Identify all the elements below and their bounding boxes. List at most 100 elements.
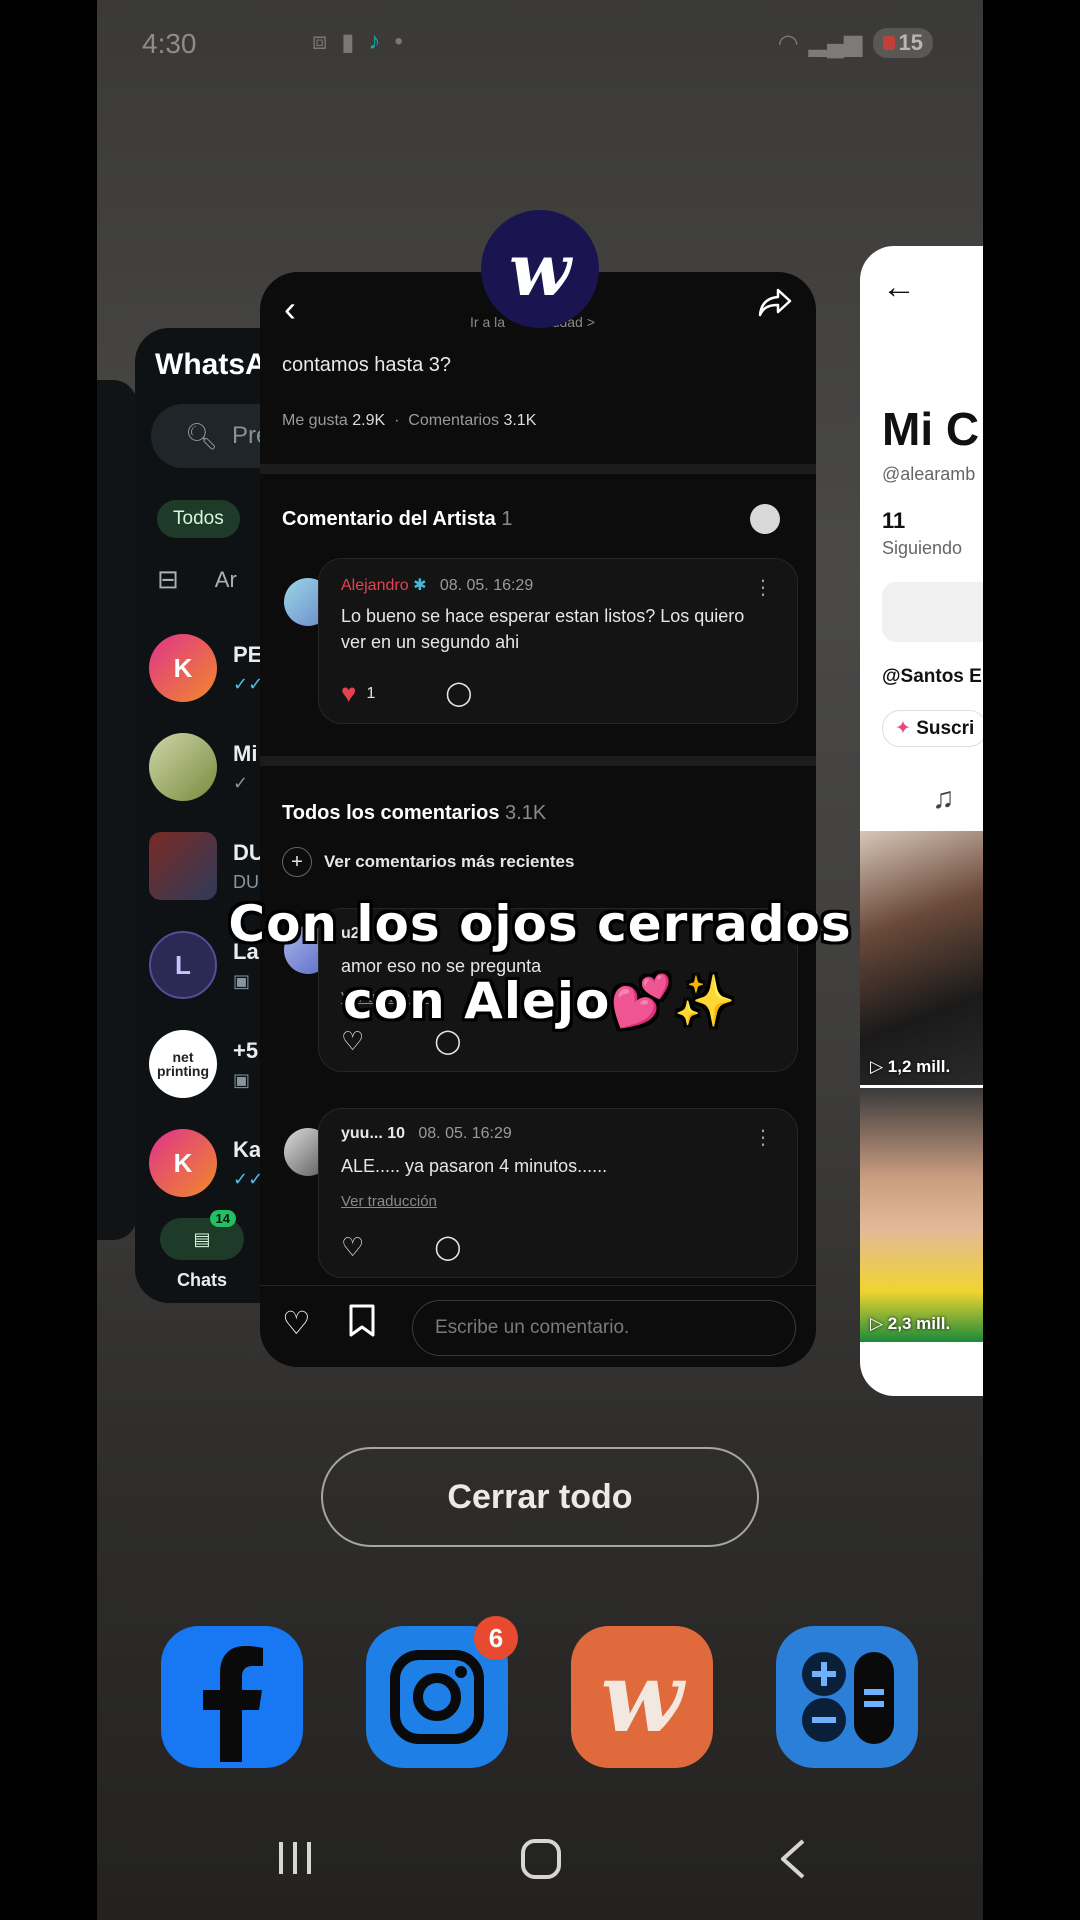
profile-icon[interactable] [750, 504, 780, 534]
all-comments-count: 3.1K [505, 802, 547, 824]
home-nav-icon[interactable] [520, 1838, 562, 1885]
wattpad-app-icon[interactable]: w [481, 210, 599, 328]
music-note-icon[interactable]: ♫ [932, 782, 955, 816]
artist-section-count: 1 [501, 508, 513, 530]
all-comments-title: Todos los comentarios 3.1K [282, 802, 546, 825]
back-nav-icon[interactable] [777, 1838, 807, 1885]
profile-handle: @alearamb [882, 464, 976, 484]
comment-card: yuu... 10 08. 05. 16:29 ⋮ ALE..... ya pa… [318, 1108, 798, 1278]
comment-actions: ♥ 1 ◯ [341, 678, 472, 709]
view-count-value: 2,3 mill. [887, 1314, 951, 1333]
recent-app-card-wattpad[interactable]: ‹ Ir a la udad > contamos hasta 3? Me gu… [260, 272, 816, 1367]
recent-app-card-far-left[interactable] [97, 380, 137, 1240]
likes-label: Me gusta [282, 412, 348, 429]
like-button[interactable]: ♥ 1 [341, 678, 375, 709]
comments-value: 3.1K [503, 412, 537, 429]
view-count: ▷ 2,3 mill. [870, 1314, 951, 1333]
author-name: Alejandro [341, 577, 409, 594]
more-icon[interactable]: ⋮ [753, 1125, 773, 1150]
comment-date: 08. 05. 16:29 [439, 577, 534, 594]
comment-actions: ♡ ◯ [341, 1232, 461, 1263]
nav-chats-label: Chats [176, 1270, 227, 1290]
author-name: yuu... 10 [341, 1125, 406, 1142]
filter-chip-todos[interactable]: Todos [157, 500, 240, 538]
status-time: 4:30 [142, 28, 197, 59]
instagram-app-icon[interactable]: 6 [366, 1616, 518, 1768]
more-icon[interactable]: ⋮ [753, 575, 773, 600]
chat-preview: ✓✓ [233, 673, 264, 694]
post-text: contamos hasta 3? [282, 354, 451, 376]
comment-date: 08. 05. 16:29 [418, 1125, 512, 1142]
comment-input[interactable]: Escribe un comentario. [412, 1300, 796, 1356]
following-label: Siguiendo [882, 538, 963, 558]
star-icon: ✦ [895, 718, 911, 739]
profile-title: Mi C [882, 403, 980, 455]
facebook-app-icon[interactable] [161, 1626, 303, 1768]
heart-filled-icon: ♥ [341, 678, 357, 708]
verified-icon: ✱ [413, 577, 427, 594]
archive-icon: ⊟ [157, 564, 179, 594]
search-icon: 🔍︎ [185, 420, 219, 451]
avatar [149, 733, 217, 801]
like-count: 1 [366, 684, 376, 702]
subscribe-chip[interactable]: ✦ Suscri [882, 710, 983, 747]
battery-level: 15 [898, 30, 923, 55]
battery-indicator: 15 [872, 28, 933, 58]
archived-row[interactable]: ⊟ Ar [157, 564, 237, 595]
video-thumbnail[interactable]: ▷ 2,3 mill. [860, 1088, 983, 1342]
notification-icons: ⧈ ▮ ♪ • [312, 28, 403, 57]
calculator-app-icon[interactable] [776, 1626, 918, 1768]
archived-label: Ar [214, 566, 237, 592]
post-stats: Me gusta 2.9K · Comentarios 3.1K [282, 412, 537, 429]
chat-name: Mi [233, 740, 258, 766]
bookmark-icon[interactable] [348, 1304, 376, 1338]
comment-bar: ♡ Escribe un comentario. [260, 1285, 816, 1367]
back-icon[interactable]: ‹ [284, 288, 296, 330]
recents-nav-icon[interactable] [275, 1838, 315, 1883]
reply-icon[interactable]: ◯ [434, 1233, 461, 1262]
recent-comments-button[interactable]: + Ver comentarios más recientes [282, 847, 574, 877]
profile-link[interactable]: @Santos E [882, 666, 982, 688]
video-thumbnail[interactable]: ▷ 1,2 mill. [860, 831, 983, 1085]
status-right: ◠ ▂▄▆ 15 [778, 28, 933, 58]
back-arrow-icon[interactable]: ← [882, 268, 916, 307]
heart-icon[interactable]: ♡ [282, 1304, 311, 1342]
chat-icon: ▤ [193, 1228, 211, 1249]
profile-button[interactable]: M [882, 582, 983, 642]
chats-pill: ▤ 14 [160, 1210, 244, 1260]
reply-icon[interactable]: ◯ [434, 1027, 461, 1056]
all-comments-label: Todos los comentarios [282, 802, 500, 824]
video-caption-line2: con Alejo💕✨ [343, 972, 737, 1030]
wattpad-w-glyph: w [600, 1640, 684, 1754]
share-icon[interactable] [758, 288, 792, 326]
battery-icon [882, 36, 895, 50]
comments-label: Comentarios [408, 412, 499, 429]
artist-section-label: Comentario del Artista [282, 508, 496, 530]
goto-label: Ir a la [470, 314, 506, 330]
reply-icon[interactable]: ◯ [445, 679, 472, 708]
chat-preview: ▣ [233, 1069, 251, 1090]
subscribe-label: Suscri [916, 718, 975, 739]
avatar [149, 832, 217, 900]
close-all-button[interactable]: Cerrar todo [321, 1447, 759, 1547]
dot-icon: • [394, 28, 403, 55]
heart-icon[interactable]: ♡ [341, 1232, 364, 1263]
screenshot-icon: ⧈ [312, 28, 328, 55]
avatar: K [149, 634, 217, 702]
recent-comments-label: Ver comentarios más recientes [324, 852, 575, 871]
avatar: K [149, 1129, 217, 1197]
comment-author: yuu... 10 08. 05. 16:29 [341, 1125, 512, 1143]
chats-badge: 14 [209, 1210, 236, 1227]
wifi-icon: ◠ [777, 29, 799, 57]
whatsapp-title: WhatsA [155, 348, 267, 381]
recent-app-card-tiktok[interactable]: ← Mi C @alearamb 11 Siguiendo M @Santos … [860, 246, 983, 1396]
comment-author: Alejandro ✱ 08. 05. 16:29 [341, 575, 533, 595]
chat-preview: ✓✓ [233, 1168, 264, 1189]
instagram-badge: 6 [474, 1616, 518, 1660]
wattpad-dock-icon[interactable]: w [571, 1626, 713, 1768]
translate-link[interactable]: Ver traducción [341, 1193, 437, 1210]
plus-icon: + [282, 847, 312, 877]
view-count-value: 1,2 mill. [887, 1057, 951, 1076]
nav-chats[interactable]: ▤ 14 Chats [157, 1210, 247, 1291]
video-caption-line1: Con los ojos cerrados [228, 895, 852, 953]
